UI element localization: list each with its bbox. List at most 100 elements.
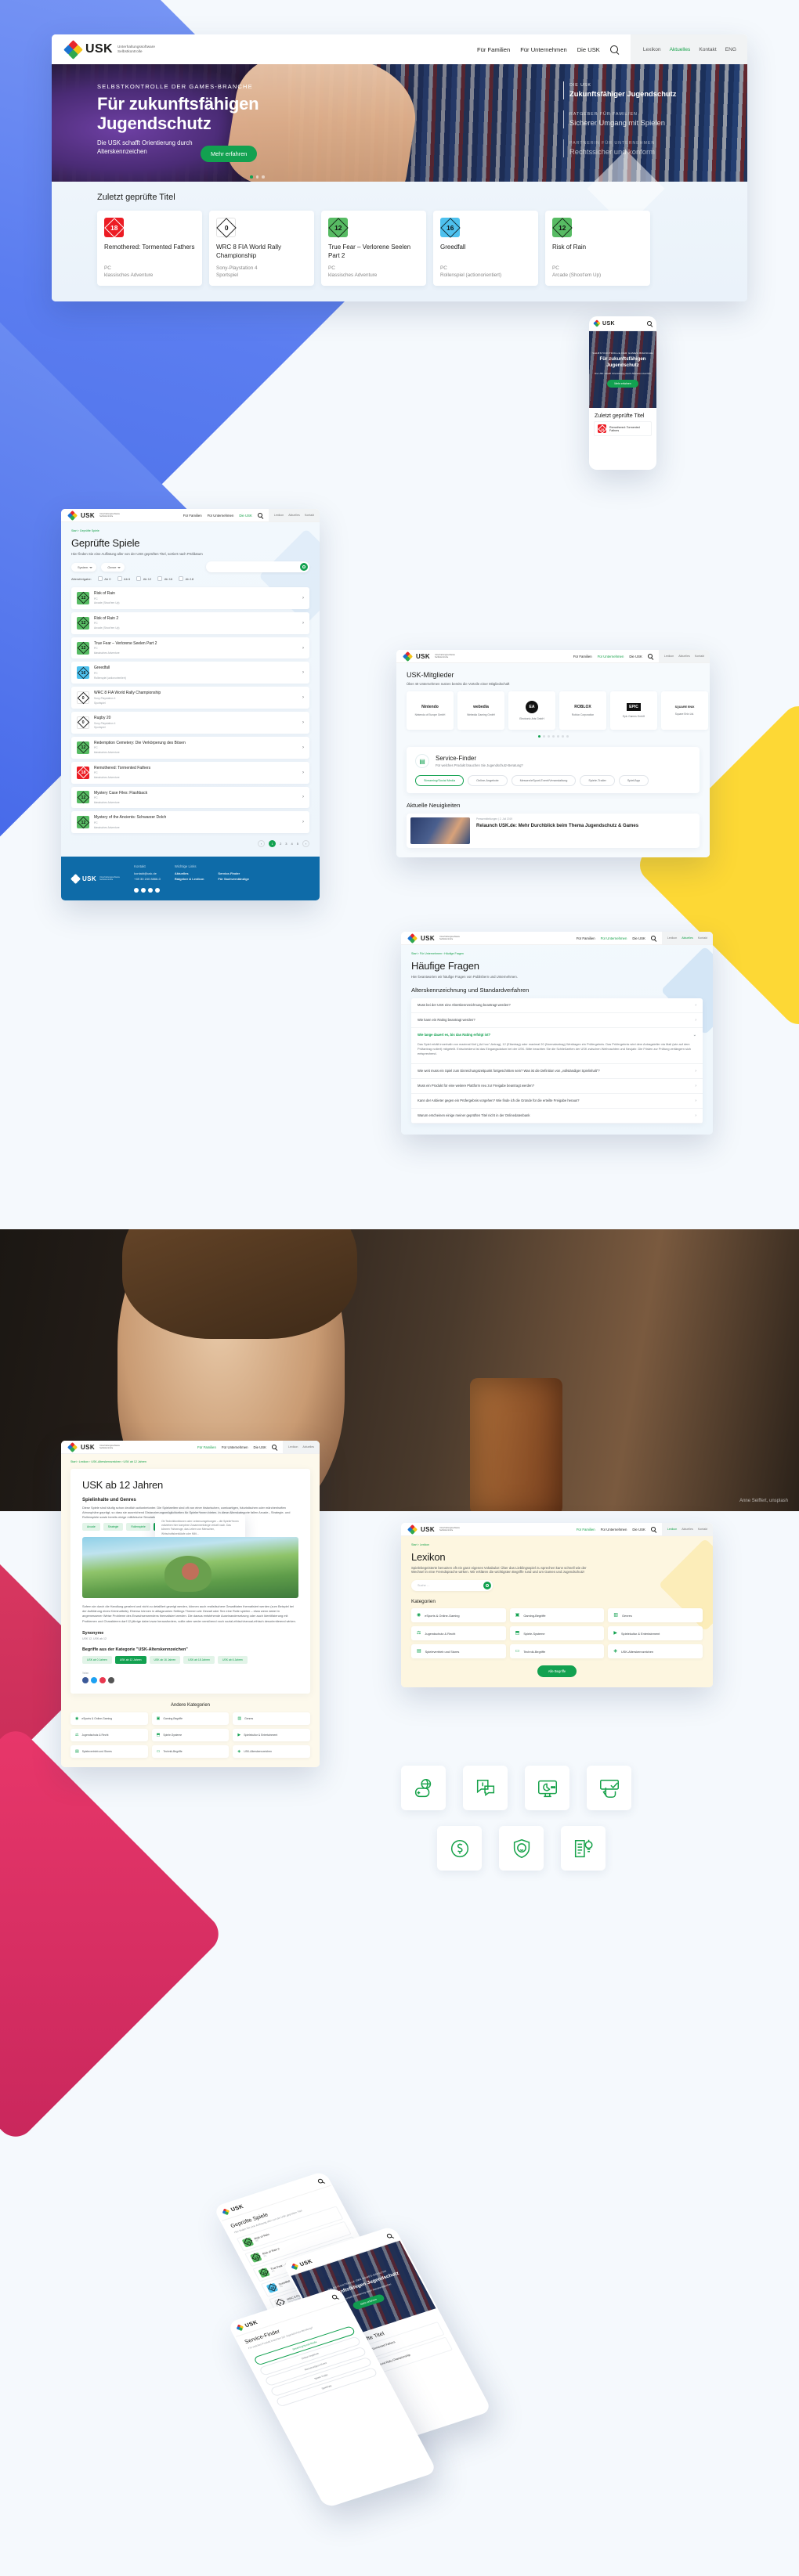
nav-item-familien[interactable]: Für Familien [183, 514, 202, 518]
nav-item-unternehmen[interactable]: Für Unternehmen [601, 1528, 627, 1532]
other-category-card[interactable]: ⚖ Jugendschutz & Recht [70, 1728, 148, 1741]
search-icon[interactable] [316, 2178, 324, 2185]
filter-genre-dropdown[interactable]: Genre [101, 562, 125, 572]
member-logo-card[interactable]: SQUARE ENIX Square Enix Ltd. [661, 691, 708, 730]
search-icon[interactable] [647, 321, 652, 326]
table-row[interactable]: 18 Remothered: Tormented Fathers PC klassis… [71, 761, 309, 784]
category-card-usk-kennzeichen[interactable]: ◈ USK-Alterskennzeichen [608, 1644, 703, 1658]
other-category-card[interactable]: ⬒ Spiele-Systeme [151, 1728, 230, 1741]
footer-logo[interactable]: USK Unterhaltungssoftware Selbstkontroll… [70, 864, 120, 893]
nav-item-die-usk[interactable]: Die USK [632, 1528, 645, 1532]
nav-item-unternehmen[interactable]: Für Unternehmen [208, 514, 234, 518]
category-chip-usk12[interactable]: USK ab 12 Jahren [114, 1655, 146, 1664]
category-card-gaming-begriffe[interactable]: ▣ Gaming-Begriffe [509, 1608, 605, 1622]
nav-item-die-usk[interactable]: Die USK [254, 1445, 266, 1449]
category-card-esports[interactable]: ◉ eSports & Online-Gaming [411, 1608, 506, 1622]
other-category-card[interactable]: ▥ Genres [233, 1712, 311, 1725]
meta-nav-lexikon[interactable]: Lexikon [288, 1445, 298, 1449]
meta-nav-lexikon[interactable]: Lexikon [274, 514, 284, 517]
pagination-page-1[interactable]: 1 [269, 840, 277, 848]
inline-tag-strategie[interactable]: Strategie [103, 1523, 124, 1532]
hero-side-item-2[interactable]: RATGEBER FÜR FAMILIEN Sicherer Umgang mi… [563, 110, 738, 128]
search-button-icon[interactable] [483, 1582, 491, 1589]
search-icon[interactable] [609, 45, 618, 53]
search-icon[interactable] [650, 936, 656, 940]
member-logo-card[interactable]: ROBLOX Roblox Corporation [559, 691, 606, 730]
carousel-dots[interactable] [407, 735, 700, 738]
age-checkbox-ab0[interactable]: Ab 0 [97, 576, 111, 581]
filter-system-dropdown[interactable]: System [71, 562, 97, 572]
other-category-card[interactable]: ◉ eSports & Online-Gaming [70, 1712, 148, 1725]
twitter-icon[interactable] [91, 1676, 97, 1683]
breadcrumb[interactable]: Start › Lexikon › USK-Alterskennzeichen … [70, 1460, 310, 1463]
service-tag-messen[interactable]: Messen/eSport-Event/Veranstaltung [511, 775, 577, 786]
meta-nav-aktuelles[interactable]: Aktuelles [682, 1528, 693, 1531]
member-logo-card[interactable]: webedia Webedia Gaming GmbH [457, 691, 504, 730]
meta-nav-kontakt[interactable]: Kontakt [698, 936, 707, 940]
inline-tag-arcade[interactable]: Arcade [82, 1523, 100, 1532]
recent-title-card[interactable]: 16 Greedfall PC Rollenspiel (actionorien… [433, 211, 538, 287]
all-terms-button[interactable]: Alle Begriffe [537, 1665, 577, 1677]
category-card-spiele-systeme[interactable]: ⬒ Spiele-Systeme [509, 1626, 605, 1640]
category-card-genres[interactable]: ▥ Genres [608, 1608, 703, 1622]
meta-nav-aktuelles[interactable]: Aktuelles [670, 47, 691, 52]
faq-question[interactable]: Wie weit muss ein Spiel zum Einreichungs… [411, 1064, 703, 1079]
meta-nav-lexikon[interactable]: Lexikon [667, 1528, 677, 1531]
recent-title-card[interactable]: 12 True Fear – Verlorene Seelen Part 2 P… [321, 211, 426, 287]
age-checkbox-ab16[interactable]: Ab 16 [157, 576, 172, 581]
faq-question[interactable]: Kann der Anbieter gegen ein Prüfergebnis… [411, 1094, 703, 1109]
nav-item-unternehmen[interactable]: Für Unternehmen [598, 655, 624, 658]
footer-link-sachverstaendige[interactable]: Für Sachverständige [218, 877, 249, 882]
footer-social-icons[interactable] [134, 887, 161, 893]
search-icon[interactable] [647, 654, 653, 658]
category-card-spielekultur[interactable]: ▶ Spielekultur & Entertainment [608, 1626, 703, 1640]
service-tag-trailer[interactable]: Spiele-Trailer [580, 775, 615, 786]
meta-nav-lexikon[interactable]: Lexikon [643, 47, 661, 52]
footer-phone[interactable]: +49 30 240 8866-0 [134, 877, 161, 882]
table-row[interactable]: 0 WRC 8 FIA World Rally Championship Sony-… [71, 687, 309, 709]
usk-logo[interactable]: USK Unterhaltungssoftware Selbstkontroll… [67, 510, 120, 521]
faq-question[interactable]: Muss bei der USK eine Alterskennzeichnun… [411, 998, 703, 1013]
pagination-next[interactable]: › [302, 840, 309, 848]
faq-question[interactable]: Muss ein Produkt für eine weitere Plattf… [411, 1079, 703, 1094]
faq-question-active[interactable]: Wie lange dauert es, bis das Rating erfo… [411, 1028, 703, 1042]
table-row[interactable]: 12 Mystery of the Ancients: Schwarzer Dol… [71, 811, 309, 834]
recent-title-card[interactable]: 12 Risk of Rain PC Arcade (Shoot'em Up) [545, 211, 650, 287]
search-input[interactable]: Suche … [411, 1580, 493, 1591]
faq-question[interactable]: Warum erscheinen einige meiner geprüften… [411, 1109, 703, 1124]
nav-item-die-usk[interactable]: Die USK [629, 655, 642, 658]
meta-nav-aktuelles[interactable]: Aktuelles [302, 1445, 314, 1449]
usk-logo[interactable]: USK Unterhaltungssoftware Selbstkontroll… [67, 1441, 120, 1452]
hero-side-item-3[interactable]: PARTNERIN FÜR UNTERNEHMEN Rechtssicher u… [563, 139, 738, 157]
other-category-card[interactable]: ▤ Spielevertrieb und Stores [70, 1744, 148, 1758]
usk-logo[interactable]: USK Unterhaltungssoftware Selbstkontroll… [402, 651, 455, 662]
search-icon[interactable] [650, 1527, 656, 1532]
usk-logo[interactable]: USK Unterhaltungssoftware Selbstkontroll… [407, 1524, 460, 1535]
meta-nav-kontakt[interactable]: Kontakt [305, 514, 314, 517]
category-chip-usk18[interactable]: USK ab 18 Jahren [183, 1655, 215, 1664]
meta-nav-kontakt[interactable]: Kontakt [695, 655, 704, 658]
meta-nav-lexikon[interactable]: Lexikon [667, 936, 677, 940]
age-checkbox-ab18[interactable]: Ab 18 [179, 576, 193, 581]
other-category-card[interactable]: ▭ Technik-Begriffe [151, 1744, 230, 1758]
faq-question[interactable]: Wie kann ein Rating beantragt werden? › [411, 1013, 703, 1028]
meta-nav-aktuelles[interactable]: Aktuelles [288, 514, 300, 517]
member-logo-card[interactable]: EA Electronic Arts GmbH [508, 691, 555, 730]
age-checkbox-ab12[interactable]: Ab 12 [136, 576, 151, 581]
meta-nav-eng[interactable]: ENG [725, 47, 736, 52]
usk-logo[interactable]: USK Unterhaltungssoftware Selbstkontroll… [63, 39, 155, 60]
nav-item-die-usk[interactable]: Die USK [239, 514, 251, 518]
footer-email[interactable]: kontakt@usk.de [134, 871, 161, 876]
footer-link-ratgeber[interactable]: Ratgeber & Lexikon [175, 877, 204, 882]
service-tag-online[interactable]: Online-Angebote [468, 775, 508, 786]
hero-carousel-dots[interactable] [250, 175, 265, 179]
member-logos-carousel[interactable]: Nintendo Nintendo of Europe GmbH webedia W… [407, 691, 708, 730]
breadcrumb[interactable]: Start › Geprüfte Spiele [71, 529, 309, 532]
meta-nav-kontakt[interactable]: Kontakt [698, 1528, 707, 1531]
phone-list-item[interactable]: 18 Remothered: Tormented Fathers [594, 421, 652, 436]
facebook-icon[interactable] [82, 1676, 89, 1683]
inline-tag-rollenspiele[interactable]: Rollenspiele [126, 1523, 150, 1532]
link-icon[interactable] [99, 1676, 106, 1683]
pagination-page-4[interactable]: 4 [291, 842, 293, 846]
search-icon[interactable] [257, 513, 262, 518]
